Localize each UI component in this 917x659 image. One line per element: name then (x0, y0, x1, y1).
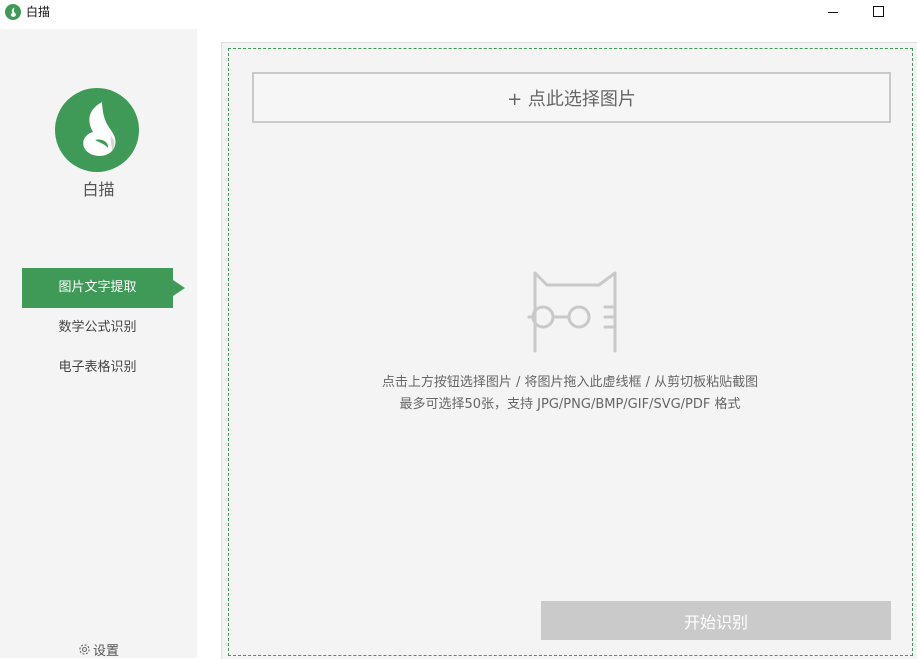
nav-item-math-formula[interactable]: 数学公式识别 (22, 308, 173, 348)
hint-line-2: 最多可选择50张，支持 JPG/PNG/BMP/GIF/SVG/PDF 格式 (399, 397, 741, 412)
brand-name: 白描 (82, 180, 115, 199)
main-panel: + 点此选择图片 点击上方按钮选择图片 / 将图片拖入此虚线框 / 从剪切板粘贴… (221, 42, 917, 659)
cat-glasses-icon (527, 271, 617, 353)
title-bar: 白描 (0, 0, 917, 26)
app-logo-icon (5, 4, 21, 20)
minimize-button[interactable] (810, 0, 856, 26)
nav-item-spreadsheet[interactable]: 电子表格识别 (22, 348, 173, 388)
gear-icon (79, 644, 90, 655)
nav-item-image-text[interactable]: 图片文字提取 (22, 268, 185, 308)
maximize-button[interactable] (856, 0, 902, 26)
settings-link[interactable]: 设置 (78, 640, 119, 659)
settings-label: 设置 (93, 644, 120, 659)
window-title: 白描 (26, 5, 51, 19)
select-image-button[interactable]: + 点此选择图片 (252, 72, 891, 123)
start-recognition-button[interactable]: 开始识别 (541, 601, 891, 640)
cat-logo-icon (55, 88, 139, 172)
hint-line-1: 点击上方按钮选择图片 / 将图片拖入此虚线框 / 从剪切板粘贴截图 (381, 375, 759, 390)
